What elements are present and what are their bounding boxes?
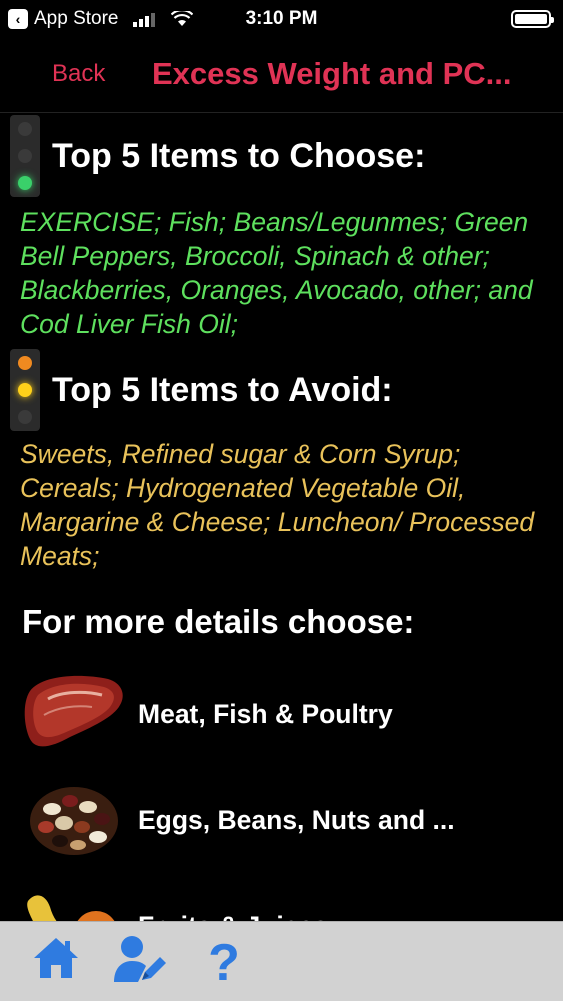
category-label: Fruits & Juices [138,911,328,921]
tab-bar: ? [0,921,563,1001]
category-label: Eggs, Beans, Nuts and ... [138,805,455,835]
choose-items-text: EXERCISE; Fish; Beans/Legunmes; Green Be… [20,207,533,339]
fruit-icon [27,895,115,921]
beans-icon [30,787,118,855]
main-content[interactable]: Top 5 Items to Choose: EXERCISE; Fish; B… [0,113,563,921]
user-edit-icon [114,936,166,982]
category-fruits-juices[interactable]: Fruits & Juices [0,881,563,921]
home-icon [34,938,78,978]
home-tab-button[interactable] [32,934,84,986]
category-meat-fish-poultry[interactable]: Meat, Fish & Poultry [0,669,563,769]
navigation-bar: Back Excess Weight and PC... [0,40,563,113]
choose-heading: Top 5 Items to Choose: [52,137,426,175]
status-time: 3:10 PM [245,8,318,29]
help-icon: ? [208,934,240,992]
help-tab-button[interactable]: ? [200,934,252,992]
category-label: Meat, Fish & Poultry [138,699,393,729]
details-heading: For more details choose: [22,603,415,640]
steak-icon [24,675,123,747]
profile-edit-tab-button[interactable] [112,934,166,986]
avoid-heading: Top 5 Items to Avoid: [52,371,393,409]
battery-icon [511,10,554,28]
status-bar: ‹ App Store 3:10 PM [0,0,563,40]
category-eggs-beans-nuts[interactable]: Eggs, Beans, Nuts and ... [0,775,563,875]
page-title: Excess Weight and PC... [152,56,512,91]
traffic-light-yellow-icon [10,349,40,431]
avoid-items-text: Sweets, Refined sugar & Corn Syrup; Cere… [20,439,535,571]
svg-text:?: ? [208,934,240,986]
traffic-light-green-icon [10,115,40,197]
back-button[interactable]: Back [52,60,105,88]
